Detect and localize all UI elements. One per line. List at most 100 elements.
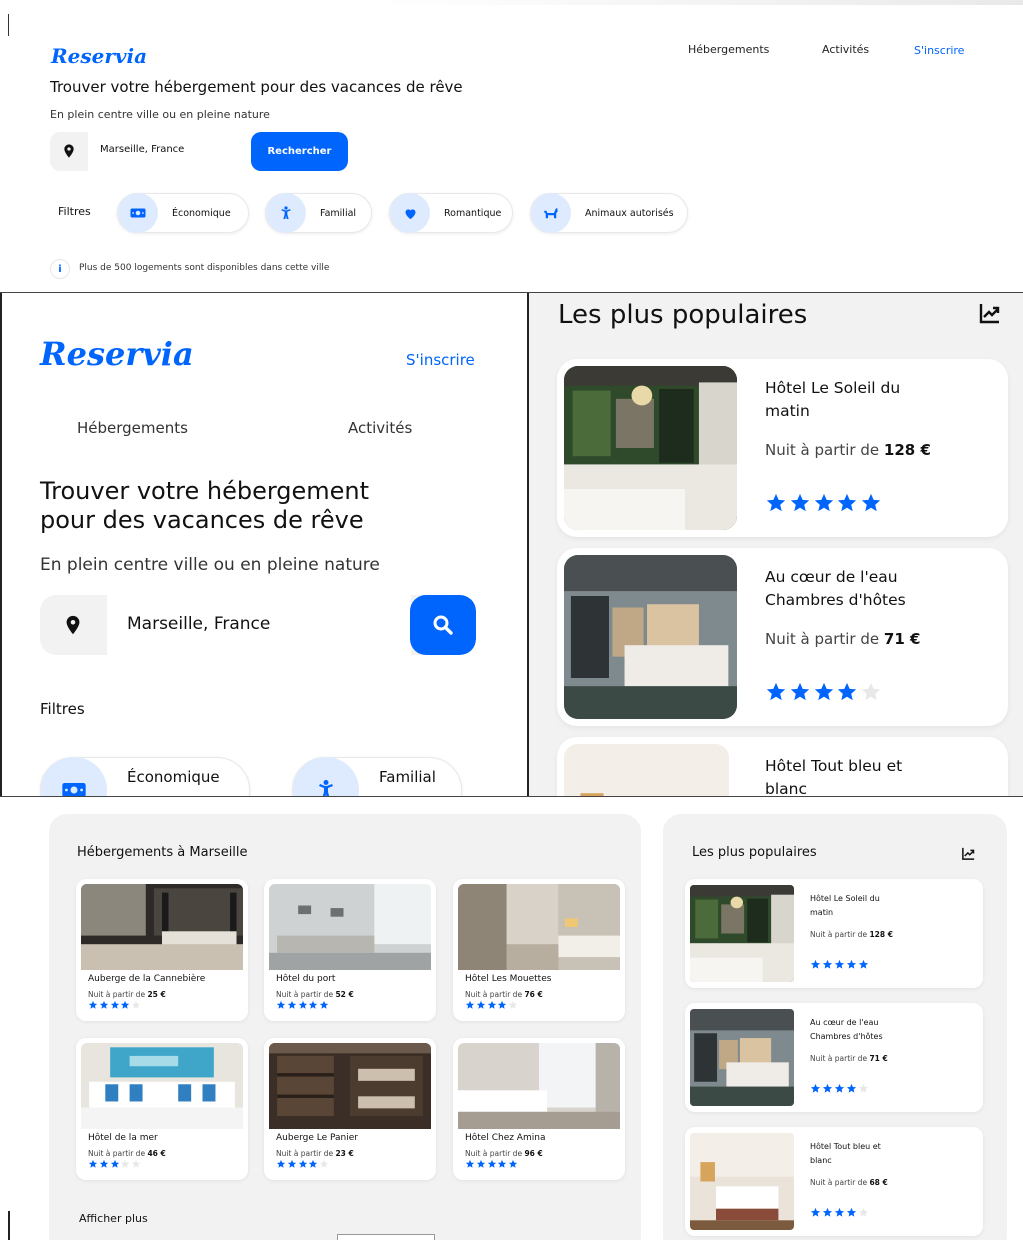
rating bbox=[765, 681, 884, 703]
filters-label-large: Filtres bbox=[40, 700, 85, 718]
rating bbox=[88, 1159, 142, 1169]
search-button[interactable]: Rechercher bbox=[251, 132, 348, 171]
hotel-price: Nuit à partir de 96 € bbox=[465, 1149, 543, 1158]
hotel-price: Nuit à partir de 76 € bbox=[465, 990, 543, 999]
filter-economique-large[interactable]: Économique bbox=[40, 757, 250, 796]
hotel-name-line: matin bbox=[765, 402, 810, 420]
nav-hebergements-large[interactable]: Hébergements bbox=[77, 419, 188, 437]
filter-animaux[interactable]: Animaux autorisés bbox=[530, 193, 688, 233]
search-button[interactable] bbox=[410, 595, 476, 655]
star-icon bbox=[308, 1159, 318, 1169]
money-icon bbox=[41, 757, 107, 796]
filter-label: Familial bbox=[320, 207, 357, 219]
nav-signup-large[interactable]: S'inscrire bbox=[406, 351, 475, 369]
star-icon bbox=[846, 1083, 857, 1094]
heart-icon bbox=[390, 193, 430, 233]
star-icon bbox=[858, 1083, 869, 1094]
info-icon: i bbox=[50, 259, 70, 279]
star-icon bbox=[836, 681, 858, 703]
filter-economique[interactable]: Économique bbox=[117, 193, 249, 233]
star-icon bbox=[765, 492, 787, 514]
rating bbox=[810, 1207, 869, 1218]
price-value: 68 € bbox=[869, 1178, 888, 1187]
mobile-view-section: Reservia S'inscrire Hébergements Activit… bbox=[0, 292, 1023, 796]
window-edge bbox=[8, 1211, 10, 1240]
filter-familial-large[interactable]: Familial bbox=[292, 757, 462, 796]
popular-card[interactable]: Hôtel Tout bleu et blanc bbox=[557, 737, 1008, 796]
hotel-name-line: Hôtel Le Soleil du bbox=[765, 379, 901, 397]
filters-label: Filtres bbox=[58, 205, 91, 218]
star-icon bbox=[120, 1000, 130, 1010]
popular-card[interactable]: Hôtel Le Soleil du matin Nuit à partir d… bbox=[557, 359, 1008, 537]
star-icon bbox=[810, 1207, 821, 1218]
star-icon bbox=[319, 1000, 329, 1010]
filter-label: Animaux autorisés bbox=[585, 207, 674, 219]
hotel-price: Nuit à partir de 23 € bbox=[276, 1149, 354, 1158]
magnifier-icon bbox=[431, 613, 455, 637]
rating bbox=[465, 1000, 519, 1010]
popular-card[interactable]: Hôtel Le Soleil du matin Nuit à partir d… bbox=[685, 879, 983, 988]
hotel-photo bbox=[690, 885, 794, 982]
hotel-card[interactable]: Auberge Le Panier Nuit à partir de 23 € bbox=[264, 1038, 436, 1180]
show-more-link[interactable]: Afficher plus bbox=[79, 1212, 148, 1225]
hotel-card[interactable]: Hôtel du port Nuit à partir de 52 € bbox=[264, 879, 436, 1021]
star-icon bbox=[497, 1159, 507, 1169]
star-icon bbox=[846, 1207, 857, 1218]
logo-large[interactable]: Reservia bbox=[40, 335, 194, 373]
hotel-card[interactable]: Hôtel de la mer Nuit à partir de 46 € bbox=[76, 1038, 248, 1180]
search-bar-large: Marseille, France bbox=[40, 595, 476, 655]
price-prefix: Nuit à partir de bbox=[276, 990, 334, 999]
hotel-name: Au cœur de l'eau Chambres d'hôtes bbox=[810, 1016, 883, 1044]
star-icon bbox=[834, 1083, 845, 1094]
star-icon bbox=[834, 959, 845, 970]
popular-card[interactable]: Au cœur de l'eau Chambres d'hôtes Nuit à… bbox=[685, 1003, 983, 1112]
filter-familial[interactable]: Familial bbox=[265, 193, 372, 233]
hero-title-line: pour des vacances de rêve bbox=[40, 506, 364, 534]
rating bbox=[765, 492, 884, 514]
dog-icon bbox=[531, 193, 571, 233]
nav-hebergements[interactable]: Hébergements bbox=[688, 43, 769, 56]
popular-card[interactable]: Hôtel Tout bleu et blanc Nuit à partir d… bbox=[685, 1127, 983, 1236]
filter-romantique[interactable]: Romantique bbox=[389, 193, 513, 233]
star-icon bbox=[822, 1207, 833, 1218]
popular-card[interactable]: Au cœur de l'eau Chambres d'hôtes Nuit à… bbox=[557, 548, 1008, 726]
trending-up-icon[interactable] bbox=[976, 301, 1004, 325]
hotel-card[interactable]: Hôtel Chez Amina Nuit à partir de 96 € bbox=[453, 1038, 625, 1180]
accommodations-title: Hébergements à Marseille bbox=[77, 845, 248, 860]
rating bbox=[810, 959, 869, 970]
hotel-name-line: Au cœur de l'eau bbox=[810, 1018, 879, 1027]
popular-panel: Les plus populaires Hôtel Le Soleil du m… bbox=[663, 814, 1007, 1240]
hotel-photo bbox=[458, 884, 620, 970]
star-icon bbox=[298, 1000, 308, 1010]
hotel-name: Hôtel du port bbox=[276, 974, 336, 984]
price-prefix: Nuit à partir de bbox=[465, 1149, 523, 1158]
hotel-photo bbox=[458, 1043, 620, 1129]
hotel-price: Nuit à partir de 52 € bbox=[276, 990, 354, 999]
price-prefix: Nuit à partir de bbox=[88, 1149, 146, 1158]
mobile-left-pane: Reservia S'inscrire Hébergements Activit… bbox=[0, 293, 528, 796]
logo[interactable]: Reservia bbox=[51, 44, 147, 68]
hotel-price: Nuit à partir de 68 € bbox=[810, 1178, 888, 1187]
hotel-price: Nuit à partir de 71 € bbox=[765, 630, 920, 648]
rating bbox=[276, 1000, 330, 1010]
location-pin-icon bbox=[62, 614, 84, 636]
star-icon bbox=[822, 959, 833, 970]
star-icon bbox=[813, 492, 835, 514]
nav-activites-large[interactable]: Activités bbox=[348, 419, 412, 437]
hotel-photo bbox=[81, 1043, 243, 1129]
search-input[interactable]: Marseille, France bbox=[127, 614, 270, 634]
rating bbox=[810, 1083, 869, 1094]
nav-signup[interactable]: S'inscrire bbox=[914, 44, 964, 57]
star-icon bbox=[789, 681, 811, 703]
hotel-card[interactable]: Auberge de la Cannebière Nuit à partir d… bbox=[76, 879, 248, 1021]
trending-up-icon[interactable] bbox=[960, 846, 977, 861]
search-input[interactable]: Marseille, France bbox=[100, 144, 184, 155]
hotel-price: Nuit à partir de 128 € bbox=[765, 441, 931, 459]
hotel-card[interactable]: Hôtel Les Mouettes Nuit à partir de 76 € bbox=[453, 879, 625, 1021]
hotel-name: Hôtel Le Soleil du matin bbox=[765, 377, 900, 423]
accommodations-panel: Hébergements à Marseille Auberge de la C… bbox=[49, 814, 641, 1240]
star-icon bbox=[308, 1000, 318, 1010]
nav-activites[interactable]: Activités bbox=[822, 43, 869, 56]
hotel-name: Hôtel Le Soleil du matin bbox=[810, 892, 880, 920]
star-icon bbox=[319, 1159, 329, 1169]
